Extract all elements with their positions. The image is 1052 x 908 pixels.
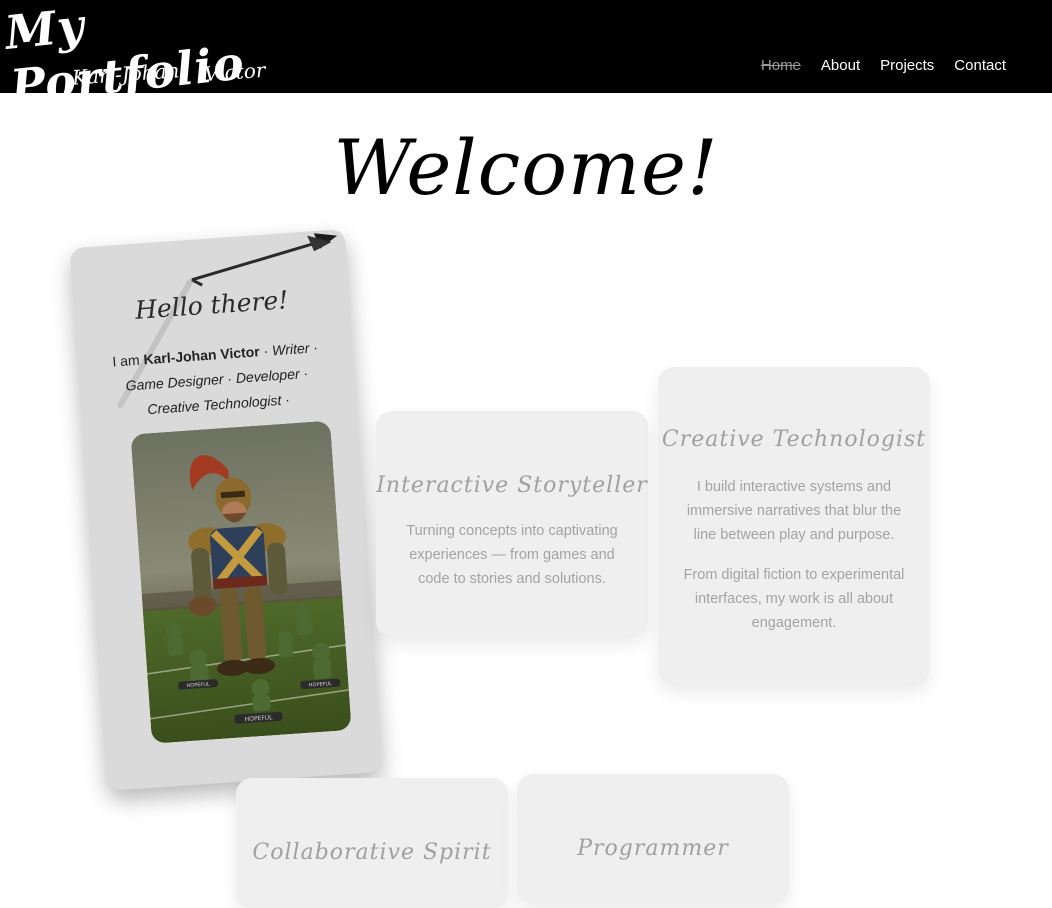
card-title: Collaborative Spirit <box>252 840 492 865</box>
profile-name: Karl-Johan Victor <box>142 343 261 368</box>
separator: · <box>308 339 319 356</box>
main-nav: Home About Projects Contact <box>761 57 1006 75</box>
separator: · <box>280 391 291 408</box>
card-text: I build interactive systems and immersiv… <box>686 479 902 543</box>
card-text: Turning concepts into captivating experi… <box>406 523 618 587</box>
card-text: From digital fiction to experimental int… <box>683 567 905 631</box>
profile-card: Hello there! I am Karl-Johan Victor · Wr… <box>69 229 383 791</box>
site-header: My Portfolio Karl-Johan Victor Home Abou… <box>0 0 1052 114</box>
logo-last-name: Victor <box>203 57 267 87</box>
card-collaborative-spirit: Collaborative Spirit <box>236 778 508 908</box>
role-game-designer: Game Designer <box>125 370 224 394</box>
warrior-illustration: HOPEFUL HOPEFUL HOPEFUL <box>130 420 352 744</box>
card-interactive-storyteller: Interactive Storyteller Turning concepts… <box>376 411 648 637</box>
intro-text: I am Karl-Johan Victor · Writer · Game D… <box>103 335 332 425</box>
nav-projects[interactable]: Projects <box>880 57 934 75</box>
logo-title: My Portfolio <box>2 0 247 114</box>
greeting: Hello there! <box>134 285 290 325</box>
profile-portrait: HOPEFUL HOPEFUL HOPEFUL <box>130 420 352 744</box>
card-title: Programmer <box>577 836 729 861</box>
nav-about[interactable]: About <box>821 57 860 75</box>
card-title: Creative Technologist <box>661 427 927 452</box>
welcome-heading: Welcome! <box>333 123 719 212</box>
role-developer: Developer <box>235 365 301 386</box>
card-creative-technologist: Creative Technologist I build interactiv… <box>658 367 930 685</box>
nav-home[interactable]: Home <box>761 57 801 75</box>
separator: · <box>259 342 273 360</box>
card-programmer: Programmer <box>517 774 789 904</box>
separator: · <box>222 370 237 387</box>
site-logo[interactable]: My Portfolio Karl-Johan Victor <box>2 0 268 114</box>
role-creative-technologist: Creative Technologist <box>146 391 282 418</box>
separator: · <box>298 364 309 382</box>
nav-contact[interactable]: Contact <box>954 57 1006 75</box>
card-title: Interactive Storyteller <box>376 473 648 498</box>
role-writer: Writer <box>271 339 310 359</box>
intro-prefix: I am <box>111 351 145 370</box>
